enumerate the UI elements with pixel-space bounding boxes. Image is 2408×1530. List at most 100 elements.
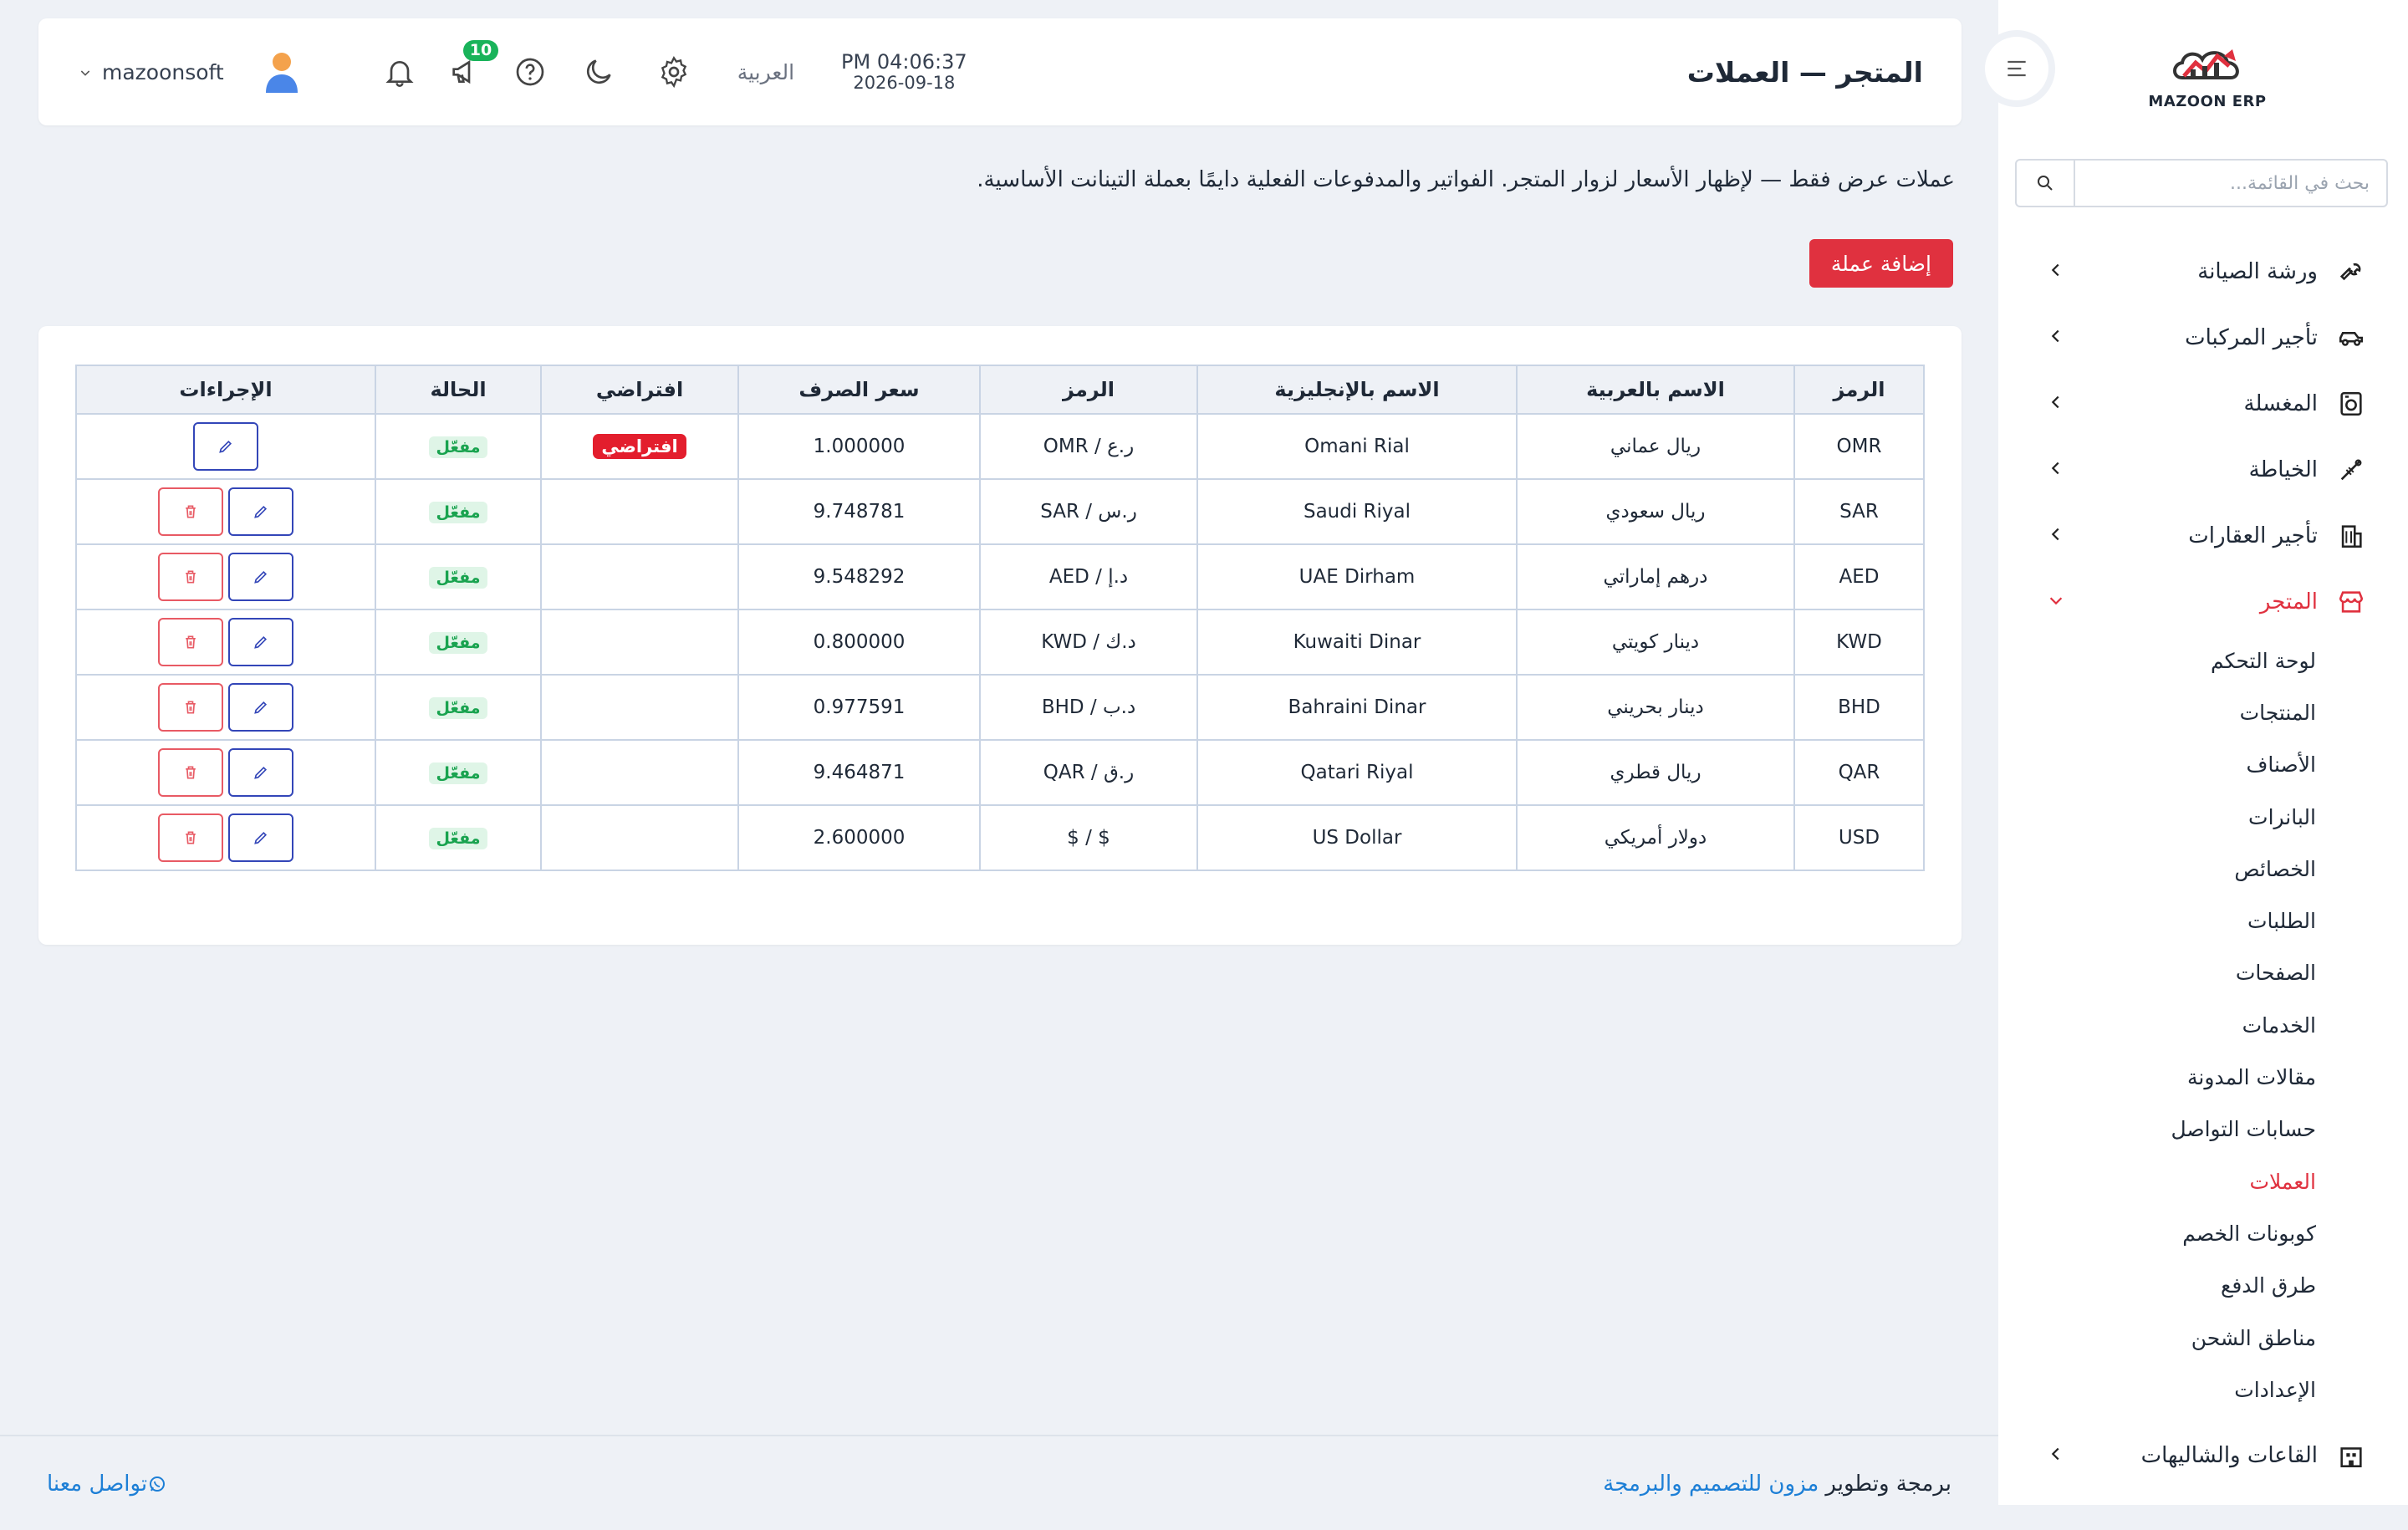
col-rate[interactable]: سعر الصرف [737, 365, 981, 415]
delete-button[interactable] [158, 683, 223, 732]
delete-button[interactable] [158, 553, 223, 601]
cell-code: USD [1793, 804, 1925, 871]
language-switcher[interactable]: العربية [737, 60, 794, 84]
edit-button[interactable] [228, 487, 293, 536]
row-actions [77, 487, 375, 536]
chevron-down-icon [2047, 591, 2065, 613]
cell-default [540, 804, 739, 871]
chevron-left-icon [2047, 525, 2065, 547]
cell-name-en: Saudi Riyal [1196, 478, 1518, 545]
cell-status: مفعّل [375, 804, 542, 871]
status-badge: مفعّل [429, 631, 487, 654]
chevron-down-icon [79, 60, 102, 84]
edit-button[interactable] [228, 553, 293, 601]
store-icon [2336, 587, 2366, 617]
cell-symbol: ر.س / SAR [979, 478, 1198, 545]
app-logo[interactable]: MAZOON ERP [2132, 35, 2283, 110]
subitem-currencies[interactable]: العملات [1998, 1155, 2316, 1207]
cell-status: مفعّل [375, 478, 542, 545]
sidebar-item-property-rental[interactable]: تأجير العقارات [1998, 502, 2408, 569]
sidebar-item-maintenance[interactable]: ورشة الصيانة [1998, 238, 2408, 304]
cell-name-en: Qatari Riyal [1196, 739, 1518, 806]
table-row: USD دولار أمريكي US Dollar $ / $2.600000 مفع… [75, 804, 1925, 871]
edit-button[interactable] [228, 748, 293, 797]
subitem-coupons[interactable]: كوبونات الخصم [1998, 1207, 2316, 1259]
col-symbol[interactable]: الرمز [979, 365, 1198, 415]
sidebar-item-store[interactable]: المتجر [1998, 569, 2408, 635]
subitem-categories[interactable]: الأصناف [1998, 739, 2316, 791]
cell-status: مفعّل [375, 674, 542, 741]
search-icon[interactable] [2017, 161, 2075, 206]
sidebar-search [2015, 159, 2388, 207]
edit-button[interactable] [193, 422, 258, 471]
delete-button[interactable] [158, 618, 223, 666]
col-name-ar[interactable]: الاسم بالعربية [1516, 365, 1795, 415]
cell-status: مفعّل [375, 543, 542, 610]
col-default[interactable]: افتراضي [540, 365, 739, 415]
announcements-megaphone-icon[interactable]: 10 [446, 40, 499, 90]
user-menu[interactable]: mazoonsoft [79, 49, 301, 94]
sidebar-item-vehicle-rental[interactable]: تأجير المركبات [1998, 304, 2408, 370]
subitem-settings[interactable]: الإعدادات [1998, 1364, 2316, 1415]
col-status[interactable]: الحالة [375, 365, 542, 415]
table-header-row: الرمز الاسم بالعربية الاسم بالإنجليزية ا… [75, 365, 1925, 415]
table-row: QAR ريال قطري Qatari Riyal ر.ق / QAR 9.46487… [75, 739, 1925, 806]
settings-gear-icon[interactable] [656, 54, 692, 90]
cell-code: AED [1793, 543, 1925, 610]
subitem-banners[interactable]: البانرات [1998, 791, 2316, 843]
table-row: SAR ريال سعودي Saudi Riyal ر.س / SAR 9.74878… [75, 478, 1925, 545]
edit-button[interactable] [228, 683, 293, 732]
chevron-left-icon [2047, 1445, 2065, 1466]
subitem-pages[interactable]: الصفحات [1998, 947, 2316, 999]
currencies-table: الرمز الاسم بالعربية الاسم بالإنجليزية ا… [75, 365, 1925, 871]
pencil-icon [254, 570, 268, 584]
subitem-dashboard[interactable]: لوحة التحكم [1998, 635, 2316, 686]
cell-name-ar: درهم إماراتي [1516, 543, 1795, 610]
col-name-en[interactable]: الاسم بالإنجليزية [1196, 365, 1518, 415]
col-code[interactable]: الرمز [1793, 365, 1925, 415]
row-actions [77, 618, 375, 666]
trash-icon [186, 570, 196, 584]
cell-code: BHD [1793, 674, 1925, 741]
help-icon[interactable] [512, 54, 548, 90]
washer-icon [2336, 389, 2366, 419]
row-actions [77, 553, 375, 601]
table-row: AED درهم إماراتي UAE Dirham د.إ / AED 9.5482… [75, 543, 1925, 610]
sidebar-item-halls-chalets[interactable]: القاعات والشاليهات [1998, 1422, 2408, 1488]
cell-symbol: د.ب / BHD [979, 674, 1198, 741]
wrench-icon [2336, 257, 2366, 287]
delete-button[interactable] [158, 748, 223, 797]
subitem-blog-posts[interactable]: مقالات المدونة [1998, 1051, 2316, 1103]
subitem-social-accounts[interactable]: حسابات التواصل [1998, 1104, 2316, 1155]
row-actions [77, 683, 375, 732]
subitem-services[interactable]: الخدمات [1998, 999, 2316, 1051]
notifications-bell-icon[interactable] [381, 54, 418, 90]
add-currency-button[interactable]: إضافة عملة [1809, 239, 1953, 288]
subitem-products[interactable]: المنتجات [1998, 686, 2316, 738]
dark-mode-moon-icon[interactable] [580, 54, 617, 90]
pencil-icon [254, 766, 268, 779]
subitem-payment-methods[interactable]: طرق الدفع [1998, 1260, 2316, 1312]
edit-button[interactable] [228, 618, 293, 666]
credit-link[interactable]: مزون للتصميم والبرمجة [1603, 1471, 1819, 1497]
cell-actions [75, 609, 376, 676]
subitem-attributes[interactable]: الخصائص [1998, 843, 2316, 895]
sidebar-search-input[interactable] [2075, 161, 2386, 206]
delete-button[interactable] [158, 813, 223, 862]
avatar[interactable] [263, 49, 301, 94]
sidebar-item-laundry[interactable]: المغسلة [1998, 370, 2408, 436]
edit-button[interactable] [228, 813, 293, 862]
subitem-shipping-zones[interactable]: مناطق الشحن [1998, 1312, 2316, 1364]
sidebar-collapse-button[interactable] [1985, 37, 2048, 100]
building-icon [2336, 521, 2366, 551]
chevron-left-icon [2047, 393, 2065, 415]
subitem-orders[interactable]: الطلبات [1998, 895, 2316, 946]
top-header: المتجر — العملات mazoonsoft 10 العربية P… [38, 18, 1962, 125]
default-badge: افتراضي [593, 434, 686, 459]
cell-rate: 9.548292 [737, 543, 981, 610]
cell-code: QAR [1793, 739, 1925, 806]
delete-button[interactable] [158, 487, 223, 536]
sidebar-item-label: القاعات والشاليهات [2140, 1442, 2318, 1468]
sidebar-item-tailoring[interactable]: الخياطة [1998, 436, 2408, 502]
contact-us-link[interactable]: تواصل معنا [47, 1436, 179, 1530]
